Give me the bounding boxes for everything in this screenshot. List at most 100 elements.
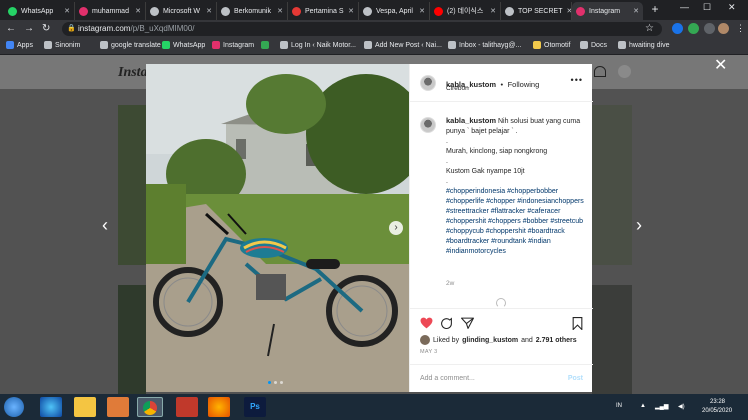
- tab[interactable]: Berkomunik ✕: [217, 2, 288, 20]
- post-comment-button[interactable]: Post: [568, 375, 583, 382]
- explorer-icon[interactable]: [74, 397, 96, 417]
- caption-avatar[interactable]: [420, 117, 436, 133]
- bookmark-item[interactable]: Docs: [580, 41, 607, 49]
- hashtag-link[interactable]: #choppers: [488, 218, 521, 225]
- bookmark-item[interactable]: Inbox - talithayg@...: [448, 41, 521, 49]
- heart-outline-icon: [594, 66, 606, 77]
- close-tab-icon[interactable]: ✕: [490, 7, 496, 15]
- post-header: kabla_kustom • Following Cirebon •••: [410, 64, 593, 102]
- clock-time[interactable]: 23:28: [710, 399, 725, 405]
- following-status[interactable]: Following: [508, 80, 540, 89]
- tray-arrow-icon[interactable]: ▲: [640, 403, 646, 409]
- hashtag-link[interactable]: #chopperbobber: [507, 188, 558, 195]
- next-post-arrow-icon[interactable]: ›: [636, 215, 642, 236]
- heart-filled-icon[interactable]: [420, 317, 433, 329]
- firefox-icon[interactable]: [208, 397, 230, 417]
- author-avatar[interactable]: [420, 75, 436, 91]
- liked-by-user[interactable]: glinding_kustom: [462, 337, 518, 344]
- network-icon[interactable]: ▂▄▆: [655, 403, 668, 410]
- hashtag-link[interactable]: #indian: [528, 238, 551, 245]
- bookmark-item[interactable]: Apps: [6, 41, 33, 49]
- close-tab-icon[interactable]: ✕: [277, 7, 283, 15]
- language-indicator[interactable]: IN: [616, 403, 622, 409]
- volume-icon[interactable]: ◀): [678, 403, 685, 410]
- close-tab-icon[interactable]: ✕: [419, 7, 425, 15]
- extension-icon[interactable]: [672, 23, 683, 34]
- start-icon[interactable]: [4, 397, 24, 417]
- tab[interactable]: TOP SECRET ✕: [501, 2, 572, 20]
- paint-icon[interactable]: [176, 397, 198, 417]
- profile-avatar[interactable]: [718, 23, 729, 34]
- save-bookmark-icon[interactable]: [572, 317, 583, 330]
- hashtag-link[interactable]: #indonesianchoppers: [517, 198, 584, 205]
- tab[interactable]: Vespa, April ✕: [359, 2, 430, 20]
- close-tab-icon[interactable]: ✕: [135, 7, 141, 15]
- post-location[interactable]: Cirebon: [446, 85, 469, 92]
- close-modal-icon[interactable]: ✕: [714, 55, 727, 75]
- post-sidebar: kabla_kustom • Following Cirebon ••• kab…: [409, 64, 593, 392]
- bookmark-item[interactable]: Otomotif: [533, 41, 570, 49]
- tab[interactable]: (2) 데이식스 ✕: [430, 2, 501, 20]
- photoshop-icon[interactable]: Ps: [244, 397, 266, 417]
- hashtag-link[interactable]: #boardtracker: [446, 238, 489, 245]
- new-tab-button[interactable]: +: [648, 2, 662, 16]
- bookmark-item[interactable]: Log In ‹ Naik Motor...: [280, 41, 356, 49]
- bookmark-item[interactable]: hwaiting dive: [618, 41, 669, 49]
- hashtag-link[interactable]: #choppycub: [446, 228, 484, 235]
- chrome-icon[interactable]: [137, 397, 163, 417]
- forward-icon[interactable]: →: [24, 23, 34, 34]
- hashtag-link[interactable]: #choppershit: [486, 228, 526, 235]
- hashtag-link[interactable]: #chopper: [486, 198, 515, 205]
- media-icon[interactable]: [107, 397, 129, 417]
- bookmark-star-icon[interactable]: ☆: [645, 22, 654, 36]
- close-tab-icon[interactable]: ✕: [64, 7, 70, 15]
- hashtag-link[interactable]: #bobber: [523, 218, 549, 225]
- share-icon[interactable]: [461, 317, 474, 329]
- bookmark-label: Inbox - talithayg@...: [459, 41, 522, 49]
- clock-date[interactable]: 20/05/2020: [702, 408, 732, 414]
- reload-icon[interactable]: ↻: [42, 23, 50, 34]
- hashtag-link[interactable]: #caferacer: [527, 208, 560, 215]
- bookmark-label: Docs: [591, 41, 607, 49]
- more-options-icon[interactable]: •••: [571, 75, 583, 85]
- close-tab-icon[interactable]: ✕: [348, 7, 354, 15]
- caption-line: .: [446, 178, 448, 185]
- minimize-button[interactable]: —: [680, 2, 689, 12]
- tab[interactable]: WhatsApp ✕: [4, 2, 75, 20]
- menu-kebab-icon[interactable]: ⋮: [736, 23, 745, 34]
- hashtag-link[interactable]: #chopperindonesia: [446, 188, 505, 195]
- bookmark-item[interactable]: Add New Post ‹ Nai...: [364, 41, 442, 49]
- bookmark-item[interactable]: WhatsApp: [162, 41, 205, 49]
- hashtag-link[interactable]: #flattracker: [491, 208, 526, 215]
- hashtag-link[interactable]: #streettracker: [446, 208, 489, 215]
- bookmark-item[interactable]: Sinonim: [44, 41, 80, 49]
- tab[interactable]: muhammad ✕: [75, 2, 146, 20]
- bookmark-item[interactable]: google translate: [100, 41, 161, 49]
- ie-icon[interactable]: [40, 397, 62, 417]
- hashtag-link[interactable]: #chopperlife: [446, 198, 484, 205]
- extension-icon[interactable]: [704, 23, 715, 34]
- hashtag-link[interactable]: #indianmotorcycles: [446, 248, 506, 255]
- extension-icon[interactable]: [688, 23, 699, 34]
- likes-count[interactable]: 2.791 others: [536, 337, 577, 344]
- comment-icon[interactable]: [440, 317, 453, 330]
- carousel-next-button[interactable]: ›: [389, 221, 403, 235]
- back-icon[interactable]: ←: [6, 23, 16, 34]
- hashtag-link[interactable]: #roundtank: [491, 238, 526, 245]
- close-window-button[interactable]: ✕: [728, 2, 736, 13]
- hashtag-link[interactable]: #choppershit: [446, 218, 486, 225]
- maximize-button[interactable]: ☐: [703, 2, 711, 13]
- close-tab-icon[interactable]: ✕: [206, 7, 212, 15]
- tab[interactable]: Pertamina S ✕: [288, 2, 359, 20]
- hashtag-link[interactable]: #boardtrack: [528, 228, 565, 235]
- tab[interactable]: Microsoft W ✕: [146, 2, 217, 20]
- close-tab-icon[interactable]: ✕: [633, 7, 639, 15]
- hashtag-link[interactable]: #streetcub: [550, 218, 583, 225]
- bookmark-item[interactable]: Instagram: [212, 41, 254, 49]
- comment-input[interactable]: Add a comment...: [420, 375, 475, 382]
- caption-username[interactable]: kabla_kustom: [446, 116, 496, 125]
- previous-post-arrow-icon[interactable]: ‹: [102, 215, 108, 236]
- bookmark-item[interactable]: [261, 41, 269, 49]
- tab[interactable]: Instagram ✕: [572, 2, 643, 20]
- address-bar[interactable]: 🔒 instagram.com/p/B_uXqdMIM00/ ☆: [62, 22, 662, 36]
